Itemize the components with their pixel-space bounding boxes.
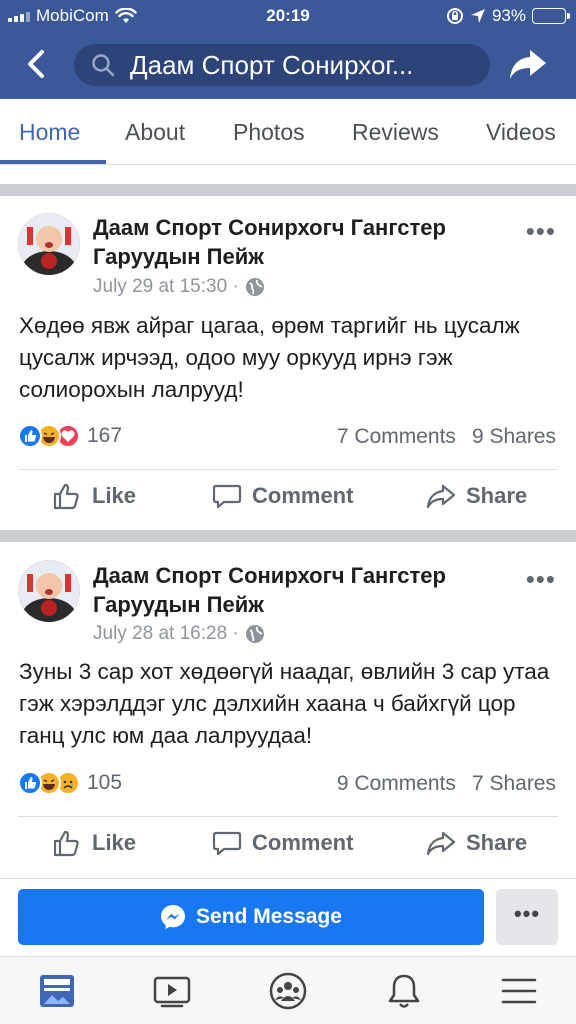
globe-icon: [245, 625, 264, 643]
post-author[interactable]: Даам Спорт Сонирхогч Гангстер Гаруудын П…: [93, 561, 513, 619]
tab-home[interactable]: Home: [19, 119, 80, 146]
share-label: Share: [466, 830, 528, 855]
reactions-summary[interactable]: 105: [18, 771, 122, 795]
comment-label: Comment: [252, 483, 354, 508]
feed-separator: [0, 530, 576, 542]
comment-count[interactable]: 9 Comments: [337, 772, 456, 796]
post-more-button[interactable]: •••: [526, 564, 556, 595]
rotation-lock-icon: [446, 8, 463, 24]
location-icon: [470, 9, 485, 23]
share-count[interactable]: 9 Shares: [472, 425, 556, 449]
share-button[interactable]: Share: [426, 481, 527, 511]
like-icon: [53, 483, 79, 510]
post-stats: 9 Comments 7 Shares: [337, 772, 556, 796]
messenger-icon: [161, 905, 186, 929]
avatar[interactable]: [18, 213, 80, 275]
battery-icon: [532, 8, 570, 24]
avatar-image: [18, 213, 80, 275]
share-button[interactable]: Share: [426, 828, 527, 858]
app-header: MobiCom 20:19 93% Даам Спорт Сонирхог...: [0, 0, 576, 99]
page-tabs: Home About Photos Reviews Videos: [0, 99, 576, 165]
post-text: Хөдөө явж айраг цагаа, өрөм таргийг нь ц…: [19, 313, 520, 402]
share-label: Share: [466, 483, 528, 508]
post-more-button[interactable]: •••: [526, 216, 556, 247]
battery-percent: 93%: [491, 6, 526, 25]
share-icon[interactable]: [508, 46, 548, 82]
back-icon[interactable]: [20, 46, 56, 82]
post-date[interactable]: July 29 at 15:30 ·: [93, 276, 239, 298]
reaction-count: 105: [87, 771, 123, 794]
comment-label: Comment: [252, 830, 354, 855]
send-message-button[interactable]: Send Message: [18, 889, 484, 945]
globe-icon: [245, 278, 264, 296]
share-arrow-icon: [426, 484, 456, 509]
like-reaction-icon: [18, 424, 42, 448]
notifications-icon[interactable]: [384, 971, 424, 1011]
reactions-summary[interactable]: 167: [18, 424, 122, 448]
comment-icon: [212, 831, 242, 856]
like-icon: [53, 830, 79, 857]
post-author[interactable]: Даам Спорт Сонирхогч Гангстер Гаруудын П…: [93, 213, 513, 271]
send-message-label: Send Message: [196, 905, 342, 928]
avatar[interactable]: [18, 560, 80, 622]
post-divider: [18, 816, 558, 817]
groups-icon[interactable]: [268, 971, 308, 1011]
comment-button[interactable]: Comment: [212, 828, 353, 858]
news-feed-icon[interactable]: [37, 971, 77, 1011]
search-bar[interactable]: Даам Спорт Сонирхог...: [74, 44, 490, 86]
feed-separator: [0, 184, 576, 196]
share-arrow-icon: [426, 831, 456, 856]
share-count[interactable]: 7 Shares: [472, 772, 556, 796]
post-date[interactable]: July 28 at 16:28 ·: [93, 623, 239, 645]
status-bar: MobiCom 20:19 93%: [0, 0, 576, 32]
like-reaction-icon: [18, 771, 42, 795]
more-options-button[interactable]: •••: [496, 889, 558, 945]
comment-icon: [212, 484, 242, 509]
comment-count[interactable]: 7 Comments: [337, 425, 456, 449]
comment-button[interactable]: Comment: [212, 481, 353, 511]
tab-photos[interactable]: Photos: [233, 119, 305, 146]
post-text: Зуны 3 сар хот хөдөөгүй наадаг, өвлийн 3…: [19, 659, 550, 748]
bottom-nav: [0, 956, 576, 1024]
navigation-bar: Даам Спорт Сонирхог...: [0, 40, 576, 90]
post-card: Даам Спорт Сонирхогч Гангстер Гаруудын П…: [0, 196, 576, 530]
reaction-count: 167: [87, 424, 123, 447]
message-bar: Send Message •••: [0, 878, 576, 954]
post-meta: July 29 at 15:30 ·: [93, 276, 265, 298]
post-card: Даам Спорт Сонирхогч Гангстер Гаруудын П…: [0, 542, 576, 878]
avatar-image: [18, 560, 80, 622]
like-button[interactable]: Like: [52, 828, 136, 858]
post-actions: Like Comment Share: [0, 828, 576, 868]
tab-reviews[interactable]: Reviews: [352, 119, 439, 146]
like-label: Like: [92, 830, 137, 855]
post-divider: [18, 469, 558, 470]
active-tab-indicator: [0, 160, 106, 164]
post-stats: 7 Comments 9 Shares: [337, 425, 556, 449]
menu-icon[interactable]: [499, 971, 539, 1011]
watch-icon[interactable]: [152, 971, 192, 1011]
like-button[interactable]: Like: [52, 481, 136, 511]
tab-videos[interactable]: Videos: [486, 119, 556, 146]
tab-about[interactable]: About: [125, 119, 185, 146]
search-title: Даам Спорт Сонирхог...: [130, 49, 414, 80]
post-actions: Like Comment Share: [0, 481, 576, 521]
like-label: Like: [92, 483, 137, 508]
post-meta: July 28 at 16:28 ·: [93, 623, 265, 645]
search-icon: [92, 54, 115, 77]
